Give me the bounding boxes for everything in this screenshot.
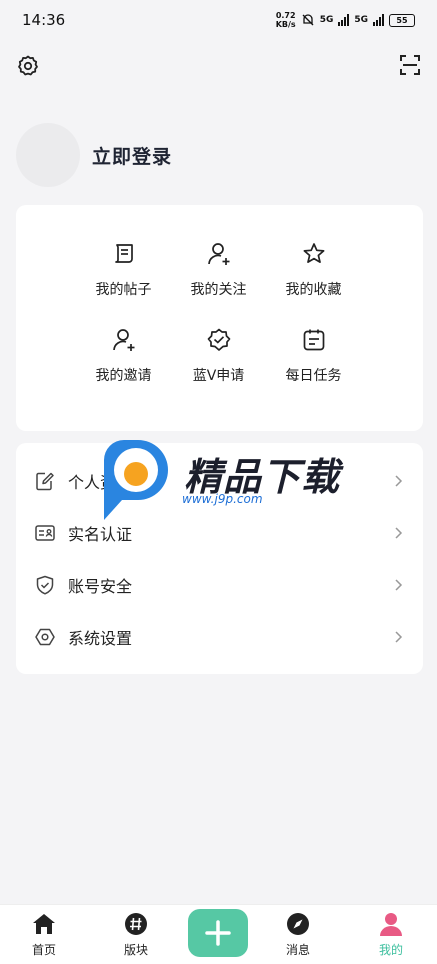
status-time: 14:36 (22, 11, 66, 29)
scan-icon[interactable] (399, 54, 421, 76)
invite-icon (112, 329, 134, 351)
chevron-right-icon (395, 579, 403, 591)
tab-messages[interactable]: 消息 (268, 911, 328, 958)
quick-item-label: 我的收藏 (285, 282, 342, 298)
signal-bars-icon (338, 14, 350, 26)
quick-item-favorites[interactable]: 我的收藏 (266, 241, 361, 299)
tab-label: 我的 (378, 943, 403, 957)
chevron-right-icon (395, 527, 403, 539)
verified-badge-icon (207, 328, 230, 351)
net-speed: 0.72 KB/s (275, 11, 296, 29)
menu-item-label: 个人资料 (68, 473, 133, 492)
quick-actions-card: 我的帖子 我的关注 我的收藏 我的邀请 蓝V申请 每日任务 (16, 205, 423, 431)
quick-item-invite[interactable]: 我的邀请 (76, 327, 171, 385)
menu-item-profile[interactable]: 个人资料 (16, 455, 423, 507)
mute-bell-icon (302, 14, 314, 26)
star-icon (303, 243, 324, 263)
quick-item-follow[interactable]: 我的关注 (171, 241, 266, 299)
menu-item-real-name[interactable]: 实名认证 (16, 507, 423, 559)
id-card-icon (35, 525, 55, 541)
plus-icon (205, 920, 231, 946)
quick-item-daily-task[interactable]: 每日任务 (266, 327, 361, 385)
task-icon (303, 329, 324, 351)
tab-home[interactable]: 首页 (14, 911, 74, 958)
quick-item-blue-v[interactable]: 蓝V申请 (171, 327, 266, 385)
tab-label: 版块 (123, 943, 148, 957)
quick-actions-grid: 我的帖子 我的关注 我的收藏 我的邀请 蓝V申请 每日任务 (76, 241, 361, 385)
chevron-right-icon (395, 475, 403, 487)
battery-indicator: 55 (389, 13, 415, 27)
quick-item-label: 我的关注 (190, 282, 247, 298)
menu-item-label: 实名认证 (68, 525, 133, 544)
tab-sections[interactable]: 版块 (106, 911, 166, 958)
compass-icon (287, 913, 309, 935)
edit-icon (36, 472, 54, 491)
top-toolbar (16, 54, 421, 80)
login-link[interactable]: 立即登录 (92, 142, 172, 169)
quick-item-label: 我的帖子 (95, 282, 152, 298)
hash-icon (125, 913, 147, 935)
bottom-nav: 首页 版块 消息 我的 (0, 904, 437, 964)
user-icon (380, 913, 402, 936)
tab-label: 首页 (31, 943, 56, 957)
home-icon (33, 914, 55, 934)
posts-icon (114, 244, 133, 263)
settings-menu-card: 个人资料 实名认证 账号安全 系统设置 (16, 443, 423, 674)
menu-item-account-security[interactable]: 账号安全 (16, 559, 423, 611)
quick-item-label: 蓝V申请 (192, 368, 245, 384)
signal2-label: 5G (354, 15, 368, 25)
chevron-right-icon (395, 631, 403, 643)
quick-item-label: 我的邀请 (95, 368, 152, 384)
tab-mine[interactable]: 我的 (361, 911, 421, 958)
menu-item-label: 系统设置 (68, 629, 133, 648)
settings-hex-icon (35, 628, 55, 646)
shield-icon (36, 575, 54, 595)
follow-icon (207, 243, 229, 265)
avatar[interactable] (16, 123, 80, 187)
signal1-label: 5G (319, 15, 334, 25)
signal-bars-icon (373, 14, 384, 26)
tab-label: 消息 (285, 943, 310, 957)
menu-item-label: 账号安全 (68, 577, 133, 596)
create-post-button[interactable] (188, 909, 248, 957)
gear-icon[interactable] (16, 54, 40, 78)
quick-item-label: 每日任务 (285, 368, 342, 384)
profile-header[interactable]: 立即登录 (16, 123, 172, 187)
quick-item-posts[interactable]: 我的帖子 (76, 241, 171, 299)
status-indicators: 0.72 KB/s 5G 5G 55 (276, 11, 415, 29)
status-bar: 14:36 0.72 KB/s 5G 5G 55 (0, 0, 437, 40)
menu-item-system-settings[interactable]: 系统设置 (16, 611, 423, 663)
